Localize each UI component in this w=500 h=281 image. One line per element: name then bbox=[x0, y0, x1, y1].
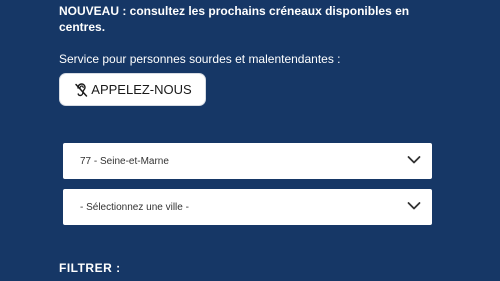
city-select-value: - Sélectionnez une ville - bbox=[80, 201, 189, 213]
new-centres-notice: NOUVEAU : consultez les prochains crénea… bbox=[59, 4, 410, 34]
chevron-down-icon bbox=[407, 201, 421, 211]
deaf-service-label: Service pour personnes sourdes et malent… bbox=[59, 52, 341, 66]
chevron-down-icon bbox=[407, 155, 421, 165]
filter-heading: FILTRER : bbox=[59, 261, 121, 275]
hearing-impaired-icon bbox=[73, 82, 89, 98]
call-us-label: APPELEZ-NOUS bbox=[91, 82, 192, 97]
department-select-value: 77 - Seine-et-Marne bbox=[80, 155, 169, 167]
city-select[interactable]: - Sélectionnez une ville - bbox=[63, 189, 432, 225]
call-us-button[interactable]: APPELEZ-NOUS bbox=[59, 73, 206, 106]
department-select[interactable]: 77 - Seine-et-Marne bbox=[63, 143, 432, 179]
